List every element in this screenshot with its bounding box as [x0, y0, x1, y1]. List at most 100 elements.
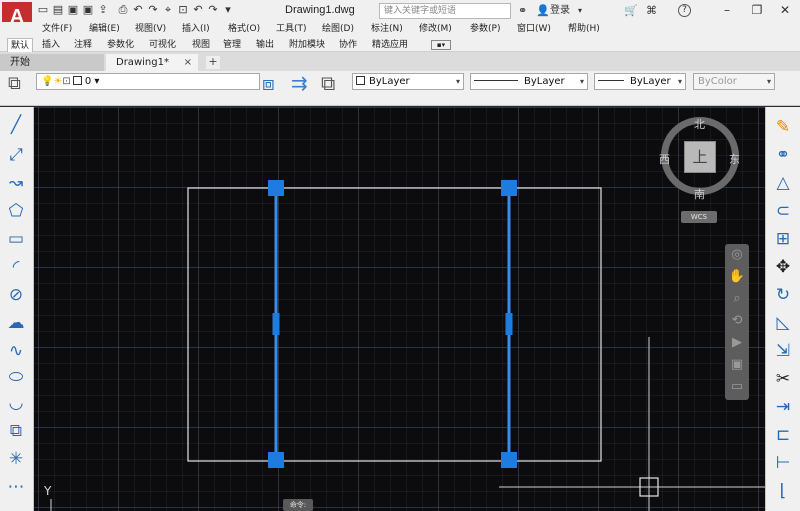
array-icon[interactable]: ⊞	[770, 227, 796, 251]
line-icon[interactable]: ╱	[4, 113, 28, 137]
ucs-menu[interactable]: WCS	[681, 211, 717, 223]
make-current-icon[interactable]: ⧈	[262, 73, 275, 93]
viewcube-top-face[interactable]: 上	[684, 141, 716, 173]
menu-help[interactable]: 帮助(H)	[568, 23, 600, 36]
arc-icon[interactable]: ◜	[4, 255, 28, 279]
menu-file[interactable]: 文件(F)	[42, 23, 72, 36]
grip-left-mid[interactable]	[272, 313, 280, 335]
extend-icon[interactable]: ⇥	[770, 395, 796, 419]
ribbon-tab-collaborate[interactable]: 协作	[339, 38, 357, 52]
menu-format[interactable]: 格式(O)	[228, 23, 260, 36]
save-as-icon[interactable]: ▣	[81, 3, 95, 17]
move-icon[interactable]: ✥	[770, 255, 796, 279]
insert-block-icon[interactable]: ⧉	[4, 419, 28, 443]
command-line-label[interactable]: 命令:	[283, 499, 313, 511]
publish-icon[interactable]: ⊡	[176, 3, 190, 17]
zoom-icon[interactable]: ⌕	[725, 288, 749, 310]
scale-icon[interactable]: ◺	[770, 311, 796, 335]
copy-icon[interactable]: ⚭	[770, 143, 796, 167]
tab-start[interactable]: 开始	[0, 54, 104, 71]
add-tab-button[interactable]: +	[206, 56, 220, 69]
minimize-button[interactable]: –	[716, 0, 738, 20]
compass-west[interactable]: 西	[659, 151, 670, 167]
menu-parametric[interactable]: 参数(P)	[470, 23, 500, 36]
trim-icon[interactable]: ✂	[770, 367, 796, 391]
close-button[interactable]: ✕	[774, 0, 796, 20]
layer-properties-icon[interactable]: ⧉	[8, 75, 21, 93]
construction-line-icon[interactable]: ⤢	[4, 143, 28, 167]
linetype-dropdown[interactable]: ByLayer ▾	[470, 73, 588, 90]
compass-east[interactable]: 东	[729, 151, 740, 167]
offset-icon[interactable]: ⊂	[770, 199, 796, 223]
ribbon-tab-insert[interactable]: 插入	[42, 38, 60, 52]
binoculars-icon[interactable]: ⚭	[518, 3, 527, 18]
revision-cloud-icon[interactable]: ☁	[4, 311, 28, 335]
ribbon-tab-output[interactable]: 输出	[256, 38, 274, 52]
grip-right-top[interactable]	[501, 180, 517, 196]
menu-dimension[interactable]: 标注(N)	[371, 23, 403, 36]
help-button[interactable]: ?	[678, 4, 691, 17]
menu-tools[interactable]: 工具(T)	[276, 23, 307, 36]
menu-insert[interactable]: 插入(I)	[182, 23, 210, 36]
polygon-icon[interactable]: ⬠	[4, 199, 28, 223]
menu-draw[interactable]: 绘图(D)	[322, 23, 354, 36]
steering-wheel-icon[interactable]: ◎	[725, 244, 749, 266]
tab-drawing1[interactable]: Drawing1* ×	[106, 54, 198, 71]
rectangle-object[interactable]	[187, 187, 602, 462]
connect-icon[interactable]: ⌘	[646, 3, 657, 18]
user-icon[interactable]: 👤	[536, 3, 550, 18]
upload-icon[interactable]: ⇪	[96, 3, 110, 17]
customize-chevron-icon[interactable]: ▾	[221, 3, 235, 17]
menu-view[interactable]: 视图(V)	[135, 23, 166, 36]
nav-customize-icon[interactable]: ▭	[725, 376, 749, 398]
print-icon[interactable]: ⎙	[116, 3, 130, 17]
close-tab-icon[interactable]: ×	[184, 54, 192, 71]
layer-previous-icon[interactable]: ⧉	[321, 73, 335, 93]
drawing-canvas[interactable]	[34, 107, 765, 511]
join-icon[interactable]: ⊢	[770, 451, 796, 475]
rotate-icon[interactable]: ↻	[770, 283, 796, 307]
ribbon-tab-featured[interactable]: 精选应用	[372, 38, 408, 52]
showmotion-icon[interactable]: ▶	[725, 332, 749, 354]
grip-left-top[interactable]	[268, 180, 284, 196]
match-icon[interactable]: ⌖	[161, 3, 175, 17]
pan-icon[interactable]: ✋	[725, 266, 749, 288]
match-layer-icon[interactable]: ⇉	[291, 73, 308, 93]
ellipse-icon[interactable]: ⬭	[4, 365, 28, 389]
erase-icon[interactable]: ✎	[770, 115, 796, 139]
color-dropdown[interactable]: ByLayer ▾	[352, 73, 464, 90]
stretch-icon[interactable]: ⇲	[770, 339, 796, 363]
save-icon[interactable]: ▣	[66, 3, 80, 17]
login-chevron-icon[interactable]: ▾	[578, 3, 582, 18]
break-icon[interactable]: ⊏	[770, 423, 796, 447]
circle-icon[interactable]: ⊘	[4, 283, 28, 307]
undo-icon[interactable]: ↶	[131, 3, 145, 17]
open-file-icon[interactable]: ▤	[51, 3, 65, 17]
new-file-icon[interactable]: ▭	[36, 3, 50, 17]
ribbon-tab-visualize[interactable]: 可视化	[149, 38, 176, 52]
compass-north[interactable]: 北	[694, 116, 705, 132]
login-link[interactable]: 登录	[550, 3, 570, 18]
grip-left-bottom[interactable]	[268, 452, 284, 468]
make-block-icon[interactable]: ✳	[4, 447, 28, 471]
undo-list-icon[interactable]: ↶	[191, 3, 205, 17]
nav-extra-icon[interactable]: ▣	[725, 354, 749, 376]
menu-modify[interactable]: 修改(M)	[419, 23, 452, 36]
grip-right-bottom[interactable]	[501, 452, 517, 468]
layer-dropdown[interactable]: 💡☀⊡ 0 ▾	[36, 73, 260, 90]
restore-button[interactable]: ❐	[746, 0, 768, 20]
search-input[interactable]: 键入关键字或短语	[379, 3, 511, 19]
ribbon-tab-addins[interactable]: 附加模块	[289, 38, 325, 52]
ribbon-tab-manage[interactable]: 管理	[223, 38, 241, 52]
point-icon[interactable]: ⋯	[4, 475, 28, 499]
menu-window[interactable]: 窗口(W)	[517, 23, 551, 36]
cart-icon[interactable]: 🛒	[624, 3, 638, 18]
ellipse-arc-icon[interactable]: ◡	[4, 391, 28, 415]
lineweight-dropdown[interactable]: ByLayer ▾	[594, 73, 686, 90]
plotstyle-dropdown[interactable]: ByColor ▾	[693, 73, 775, 90]
ribbon-tab-view[interactable]: 视图	[192, 38, 210, 52]
menu-edit[interactable]: 编辑(E)	[89, 23, 120, 36]
redo-icon[interactable]: ↷	[146, 3, 160, 17]
chamfer-icon[interactable]: ⌊	[770, 479, 796, 503]
ribbon-toggle-icon[interactable]: ▪▾	[431, 40, 451, 50]
